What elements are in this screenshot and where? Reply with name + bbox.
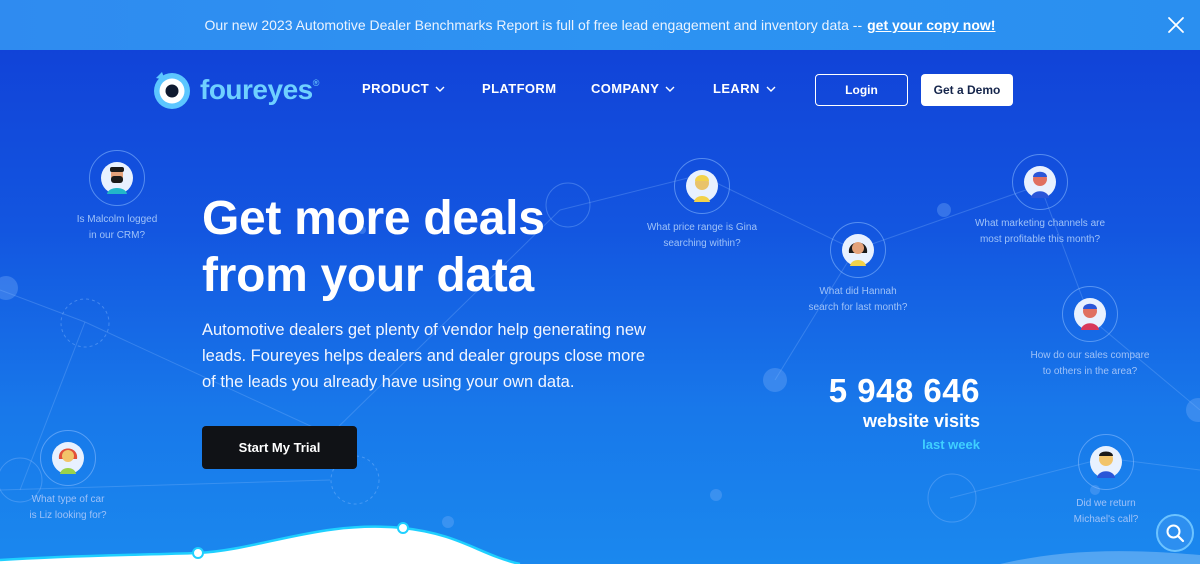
person-avatar-icon bbox=[1074, 298, 1106, 330]
eye-logo-icon bbox=[154, 72, 190, 109]
hero-section: foureyes ® PRODUCT PLATFORM COMPANY LEAR… bbox=[0, 50, 1200, 564]
nav-learn[interactable]: LEARN bbox=[713, 81, 776, 96]
close-icon[interactable] bbox=[1162, 11, 1190, 39]
brand-name: foureyes bbox=[200, 74, 313, 105]
nav-product-label: PRODUCT bbox=[362, 81, 430, 96]
magnifier-icon bbox=[1166, 524, 1185, 543]
login-button[interactable]: Login bbox=[815, 74, 908, 106]
persona-marketing: What marketing channels are most profita… bbox=[960, 154, 1120, 248]
nav-learn-label: LEARN bbox=[713, 81, 760, 96]
brand-logo[interactable]: foureyes ® bbox=[152, 70, 319, 110]
avatar bbox=[40, 430, 96, 486]
persona-liz: What type of car is Liz looking for? bbox=[20, 430, 116, 524]
persona-gina: What price range is Gina searching withi… bbox=[636, 158, 768, 252]
persona-question: Did we return Michael's call? bbox=[1073, 498, 1139, 525]
persona-hannah: What did Hannah search for last month? bbox=[798, 222, 918, 316]
persona-sales: How do our sales compare to others in th… bbox=[1020, 286, 1160, 380]
chevron-down-icon bbox=[435, 86, 445, 92]
announcement-bar: Our new 2023 Automotive Dealer Benchmark… bbox=[0, 0, 1200, 50]
avatar bbox=[830, 222, 886, 278]
person-avatar-icon bbox=[52, 442, 84, 474]
announcement-link[interactable]: get your copy now! bbox=[867, 17, 995, 33]
persona-question: What price range is Gina searching withi… bbox=[646, 222, 758, 249]
person-avatar-icon bbox=[1090, 446, 1122, 478]
stat-number: 5 948 646 bbox=[828, 372, 980, 409]
nav-platform-label: PLATFORM bbox=[482, 81, 557, 96]
person-avatar-icon bbox=[842, 234, 874, 266]
avatar bbox=[1012, 154, 1068, 210]
search-chat-icon[interactable] bbox=[1156, 514, 1194, 552]
nav-platform[interactable]: PLATFORM bbox=[482, 81, 556, 96]
chevron-down-icon bbox=[665, 86, 675, 92]
person-avatar-icon bbox=[101, 162, 133, 194]
brand-trademark: ® bbox=[312, 78, 320, 88]
avatar bbox=[674, 158, 730, 214]
nav-product[interactable]: PRODUCT bbox=[362, 81, 445, 96]
persona-question: What marketing channels are most profita… bbox=[974, 218, 1106, 245]
stat-label: website visits bbox=[862, 411, 980, 431]
avatar bbox=[89, 150, 145, 206]
chevron-down-icon bbox=[766, 86, 776, 92]
nav-company-label: COMPANY bbox=[591, 81, 660, 96]
stat-period: last week bbox=[922, 437, 980, 452]
persona-question: What type of car is Liz looking for? bbox=[29, 494, 107, 521]
person-avatar-icon bbox=[686, 170, 718, 202]
hero-description: Automotive dealers get plenty of vendor … bbox=[202, 321, 646, 391]
get-demo-button[interactable]: Get a Demo bbox=[921, 74, 1013, 106]
persona-question: How do our sales compare to others in th… bbox=[1030, 350, 1150, 377]
start-trial-button[interactable]: Start My Trial bbox=[202, 426, 357, 469]
person-avatar-icon bbox=[1024, 166, 1056, 198]
persona-question: Is Malcolm logged in our CRM? bbox=[76, 214, 158, 241]
avatar bbox=[1078, 434, 1134, 490]
nav-company[interactable]: COMPANY bbox=[591, 81, 675, 96]
persona-michael: Did we return Michael's call? bbox=[1058, 434, 1154, 528]
persona-malcolm: Is Malcolm logged in our CRM? bbox=[58, 150, 176, 244]
avatar bbox=[1062, 286, 1118, 342]
persona-question: What did Hannah search for last month? bbox=[808, 286, 908, 313]
announcement-text: Our new 2023 Automotive Dealer Benchmark… bbox=[204, 17, 863, 33]
hero-headline: Get more deals from your data bbox=[202, 192, 545, 302]
